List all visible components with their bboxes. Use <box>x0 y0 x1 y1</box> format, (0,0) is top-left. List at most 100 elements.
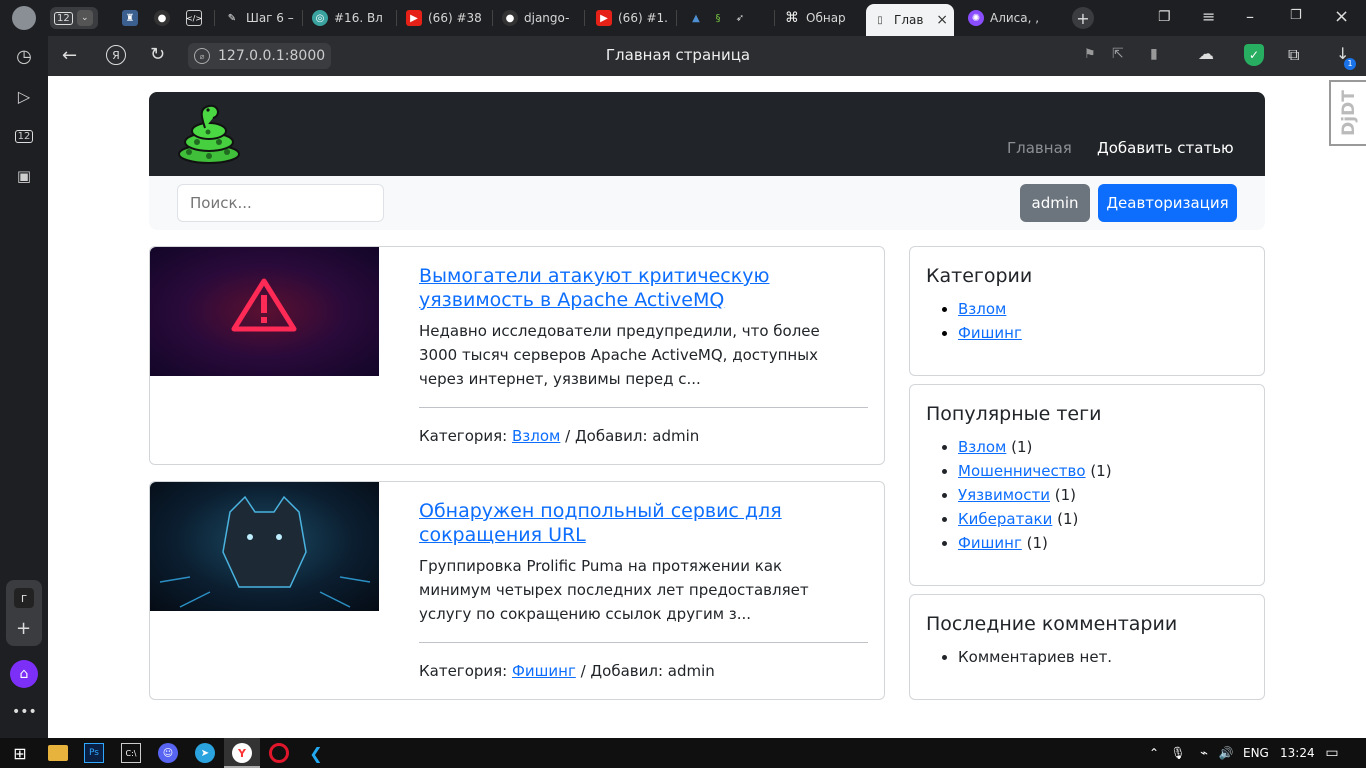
nav-add-article-link[interactable]: Добавить статью <box>1097 139 1234 157</box>
nav-home-link[interactable]: Главная <box>1007 139 1072 157</box>
close-icon[interactable]: × <box>936 12 948 28</box>
terminal-icon[interactable]: C:\ <box>121 743 141 763</box>
collections-icon[interactable]: ❐ <box>1158 9 1171 25</box>
chevron-up-icon[interactable]: ⌃ <box>1144 743 1164 763</box>
search-input[interactable] <box>177 184 384 222</box>
tag-link[interactable]: Фишинг <box>958 534 1022 552</box>
notifications-icon[interactable]: ▭ <box>1322 743 1342 763</box>
tab-extensions[interactable]: ▲ § ➶ <box>682 4 772 32</box>
article-title-link[interactable]: Обнаружен подпольный сервис для сокращен… <box>419 499 839 547</box>
tab-active-home[interactable]: ▯ Глав × <box>866 4 954 36</box>
article-title-link[interactable]: Вымогатели атакуют критическую уязвимост… <box>419 264 864 312</box>
github-icon: ● <box>502 10 518 26</box>
share-icon[interactable]: ⇱ <box>1112 46 1124 62</box>
snake-logo[interactable] <box>175 102 243 164</box>
article-meta: Категория: Фишинг / Добавил: admin <box>419 662 715 680</box>
tab-label: Глав <box>894 13 924 27</box>
djdt-toolbar-handle[interactable]: DjDT <box>1329 80 1366 146</box>
yandex-browser-icon[interactable]: Y <box>232 743 252 763</box>
tab-code[interactable]: </> <box>180 4 212 32</box>
minimize-icon[interactable]: – <box>1246 7 1254 26</box>
tabs-icon[interactable]: 12 <box>12 124 36 148</box>
github-icon: ● <box>154 10 170 26</box>
microphone-icon[interactable]: 🎙 <box>1168 743 1188 763</box>
space-item[interactable]: г <box>14 588 34 608</box>
tab-youtube-2[interactable]: ▶ (66) #1. <box>590 4 672 32</box>
close-window-icon[interactable]: × <box>1334 6 1349 27</box>
new-tab-button[interactable]: + <box>1072 7 1094 29</box>
article-excerpt: Недавно исследователи предупредили, что … <box>419 322 820 388</box>
alice-icon[interactable]: ⌂ <box>10 660 38 688</box>
tag-count: (1) <box>1026 534 1048 552</box>
python-icon: ▲ <box>692 12 700 24</box>
tab-stepik[interactable]: ✎ Шаг 6 – <box>218 4 298 32</box>
play-icon[interactable]: ▷ <box>12 84 36 108</box>
discord-icon[interactable]: ☺ <box>158 743 178 763</box>
logout-button[interactable]: Деавторизация <box>1098 184 1237 222</box>
snake-logo-icon <box>178 104 240 164</box>
address-bar-row: ← Я ↻ ⌀ 127.0.0.1:8000 Главная страница … <box>48 36 1366 76</box>
tags-widget: Популярные теги Взлом (1) Мошенничество … <box>909 384 1265 586</box>
tab-label: Шаг 6 – <box>246 11 294 25</box>
back-icon[interactable]: ← <box>62 45 77 66</box>
url-pill[interactable]: ⌀ 127.0.0.1:8000 <box>188 43 331 69</box>
browser-window: 12 ⌄ ♜ ● </> ✎ Шаг 6 – ◎ #16. Вл ▶ (66) #38… <box>0 0 1366 768</box>
added-by: / Добавил: admin <box>565 427 700 445</box>
weather-icon[interactable]: ☁ <box>1198 44 1214 63</box>
url-text[interactable]: 127.0.0.1:8000 <box>218 48 325 64</box>
tag-link[interactable]: Уязвимости <box>958 486 1050 504</box>
language-indicator[interactable]: ENG <box>1243 746 1269 760</box>
vscode-icon[interactable]: ❮ <box>306 743 326 763</box>
tag-link[interactable]: Кибератаки <box>958 510 1052 528</box>
article-image-panther[interactable] <box>150 482 379 611</box>
file-explorer-icon[interactable] <box>48 745 68 761</box>
tab-counter-button[interactable]: 12 ⌄ <box>50 7 98 29</box>
chevron-down-icon: ⌄ <box>76 10 93 26</box>
reload-icon[interactable]: ↻ <box>150 44 165 65</box>
bookmark-icon[interactable]: ▮ <box>1150 46 1158 62</box>
photoshop-icon[interactable]: Ps <box>84 743 104 763</box>
widget-title: Категории <box>926 265 1033 287</box>
article-image-alert[interactable] <box>150 247 379 376</box>
tab-alice[interactable]: ✺ Алиса, , <box>962 4 1052 32</box>
more-icon[interactable]: ••• <box>12 704 37 720</box>
yandex-icon[interactable]: Я <box>106 45 126 65</box>
tab-youtube-1[interactable]: ▶ (66) #38 <box>400 4 490 32</box>
tab-strip: 12 ⌄ ♜ ● </> ✎ Шаг 6 – ◎ #16. Вл ▶ (66) #38… <box>0 0 1366 36</box>
category-link[interactable]: Взлом <box>512 427 560 445</box>
tab-label: Алиса, , <box>990 11 1040 25</box>
tab-habr[interactable]: ⌘ Обнар <box>778 4 858 32</box>
category-link[interactable]: Фишинг <box>512 662 576 680</box>
tag-link[interactable]: Мошенничество <box>958 462 1086 480</box>
menu-icon[interactable]: ≡ <box>1202 7 1215 26</box>
clock[interactable]: 13:24 <box>1280 746 1315 760</box>
translate-icon[interactable]: ⚑ <box>1084 47 1096 62</box>
profile-avatar[interactable] <box>12 6 36 30</box>
widget-title: Последние комментарии <box>926 613 1178 635</box>
extensions-icon[interactable]: ⧉ <box>1288 45 1299 65</box>
opera-icon[interactable] <box>269 743 289 763</box>
telegram-icon[interactable]: ➤ <box>195 743 215 763</box>
network-icon[interactable]: ⌁ <box>1194 743 1214 763</box>
article-divider <box>419 642 868 643</box>
snake-icon: § <box>715 12 721 24</box>
volume-icon[interactable]: 🔊 <box>1216 743 1236 763</box>
add-space-icon[interactable]: + <box>16 618 31 639</box>
tab-colab[interactable]: ◎ #16. Вл <box>306 4 392 32</box>
history-icon[interactable]: ◷ <box>12 44 36 68</box>
site-info-icon[interactable]: ⌀ <box>194 48 210 64</box>
tab-game[interactable]: ♜ <box>116 4 148 32</box>
tag-link[interactable]: Взлом <box>958 438 1006 456</box>
restore-icon[interactable]: ❐ <box>1290 8 1302 23</box>
user-button[interactable]: admin <box>1020 184 1090 222</box>
page-viewport: Главная Добавить статью admin Деавториза… <box>48 76 1366 738</box>
game-icon: ♜ <box>122 10 138 26</box>
category-link[interactable]: Взлом <box>958 300 1006 318</box>
tab-github-1[interactable]: ● <box>148 4 180 32</box>
protect-shield-icon[interactable]: ✓ <box>1244 44 1264 66</box>
windows-start-icon[interactable]: ⊞ <box>10 743 30 763</box>
category-link[interactable]: Фишинг <box>958 324 1022 342</box>
category-label: Категория: <box>419 427 508 445</box>
tab-github-2[interactable]: ● django- <box>496 4 582 32</box>
screenshot-icon[interactable]: ▣ <box>12 164 36 188</box>
